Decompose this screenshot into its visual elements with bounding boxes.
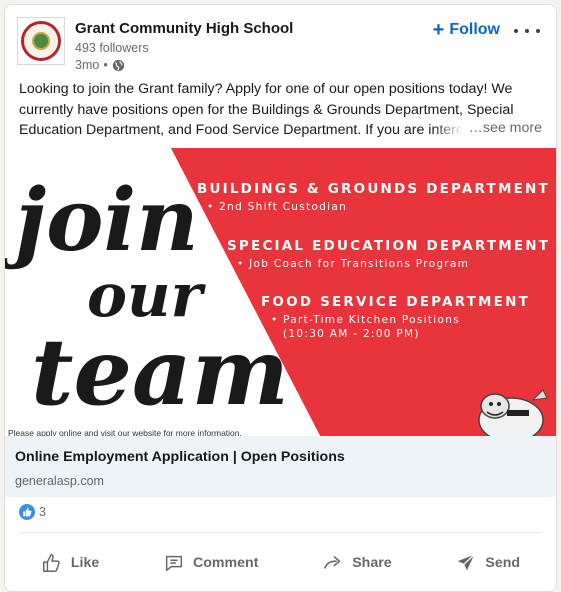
plus-icon: +: [432, 19, 445, 41]
like-reaction-icon: [19, 504, 35, 520]
thumbs-up-icon: [42, 554, 60, 572]
post-time: 3mo: [75, 58, 100, 72]
globe-icon: [112, 59, 124, 71]
dept-special-education: SPECIAL EDUCATION DEPARTMENT • Job Coach…: [227, 238, 550, 270]
dept-position: • Job Coach for Transitions Program: [237, 258, 470, 270]
see-more-link[interactable]: …see more: [432, 120, 542, 141]
follow-label: Follow: [449, 21, 500, 38]
link-title: Online Employment Application | Open Pos…: [15, 449, 345, 465]
org-name-link[interactable]: Grant Community High School: [75, 20, 293, 37]
reactions-summary[interactable]: 3: [19, 504, 46, 520]
comment-icon: [165, 555, 183, 572]
comment-button[interactable]: Comment: [155, 542, 266, 584]
link-preview[interactable]: Online Employment Application | Open Pos…: [5, 436, 556, 497]
dot-icon: [536, 29, 540, 33]
school-seal-icon: [21, 21, 61, 61]
bulldog-mascot-icon: [478, 389, 548, 436]
send-button[interactable]: Send: [447, 542, 528, 584]
follower-count: 493 followers: [75, 41, 149, 55]
share-arrow-icon: [324, 555, 341, 569]
send-label: Send: [485, 555, 521, 571]
dot-icon: [514, 29, 518, 33]
follow-button[interactable]: + Follow: [432, 19, 500, 41]
like-label: Like: [70, 555, 100, 571]
org-logo[interactable]: [17, 17, 65, 65]
divider: [19, 532, 542, 533]
feed-post-card: Grant Community High School 493 follower…: [4, 4, 557, 592]
post-image[interactable]: join our team BUILDINGS & GROUNDS DEPART…: [5, 148, 556, 436]
comment-label: Comment: [193, 555, 259, 571]
meta-separator: •: [103, 58, 108, 72]
dept-title: BUILDINGS & GROUNDS DEPARTMENT: [197, 181, 550, 197]
dept-food-service: FOOD SERVICE DEPARTMENT • Part-Time Kitc…: [261, 294, 530, 340]
like-button[interactable]: Like: [33, 542, 107, 584]
link-domain: generalasp.com: [15, 474, 104, 488]
dept-buildings: BUILDINGS & GROUNDS DEPARTMENT • 2nd Shi…: [197, 181, 550, 213]
dept-position: • 2nd Shift Custodian: [207, 201, 348, 213]
image-footer-note: Please apply online and visit our websit…: [8, 428, 242, 436]
dept-title: FOOD SERVICE DEPARTMENT: [261, 294, 531, 310]
post-meta: 3mo •: [75, 58, 125, 72]
social-actions-bar: Like Comment Share Send: [9, 539, 552, 587]
more-options-button[interactable]: [514, 21, 540, 41]
script-word-our: our: [87, 261, 203, 331]
dept-title: SPECIAL EDUCATION DEPARTMENT: [227, 238, 551, 254]
script-word-join: join: [15, 170, 199, 271]
share-label: Share: [352, 555, 392, 571]
script-word-team: team: [31, 318, 289, 426]
post-header: Grant Community High School 493 follower…: [17, 17, 544, 73]
share-button[interactable]: Share: [314, 542, 399, 584]
dot-icon: [525, 29, 529, 33]
dept-position: • Part-Time Kitchen Positions: [271, 314, 460, 326]
paper-plane-icon: [458, 554, 476, 571]
dept-hours: (10:30 AM - 2:00 PM): [283, 328, 420, 340]
reaction-count: 3: [39, 505, 46, 519]
